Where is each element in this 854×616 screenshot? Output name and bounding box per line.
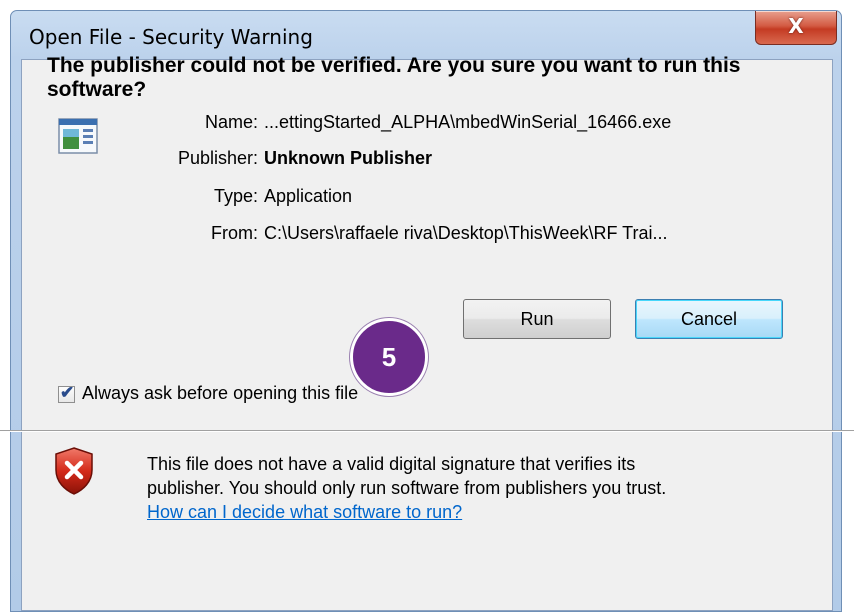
name-value: ...ettingStarted_ALPHA\mbedWinSerial_164… — [264, 112, 672, 132]
from-label: From: — [211, 223, 258, 243]
always-ask-label[interactable]: Always ask before opening this file — [82, 383, 358, 404]
footer-text-line-1: This file does not have a valid digital … — [147, 454, 636, 474]
type-value: Application — [264, 186, 353, 206]
cancel-button[interactable]: Cancel — [635, 299, 783, 339]
checkmark-icon: ✔ — [60, 383, 75, 402]
from-value: C:\Users\raffaele riva\Desktop\ThisWeek\… — [264, 223, 668, 243]
publisher-label: Publisher: — [177, 148, 258, 168]
security-shield-icon — [52, 446, 96, 496]
footer-text-line-2: publisher. You should only run software … — [147, 478, 667, 498]
step-number-badge: 5 — [350, 318, 428, 396]
window-title: Open File - Security Warning — [29, 25, 313, 49]
footer-divider — [0, 430, 854, 432]
title-bar[interactable]: Open File - Security Warning X — [11, 11, 841, 59]
run-button[interactable]: Run — [463, 299, 611, 339]
help-link[interactable]: How can I decide what software to run? — [147, 500, 787, 524]
footer-message: This file does not have a valid digital … — [147, 452, 787, 524]
name-label: Name: — [204, 112, 258, 132]
close-icon: X — [788, 14, 804, 38]
always-ask-checkbox[interactable]: ✔ — [58, 383, 75, 403]
close-button[interactable]: X — [755, 11, 837, 45]
publisher-value: Unknown Publisher — [264, 148, 433, 168]
type-label: Type: — [213, 186, 258, 206]
warning-headline: The publisher could not be verified. Are… — [47, 54, 741, 101]
